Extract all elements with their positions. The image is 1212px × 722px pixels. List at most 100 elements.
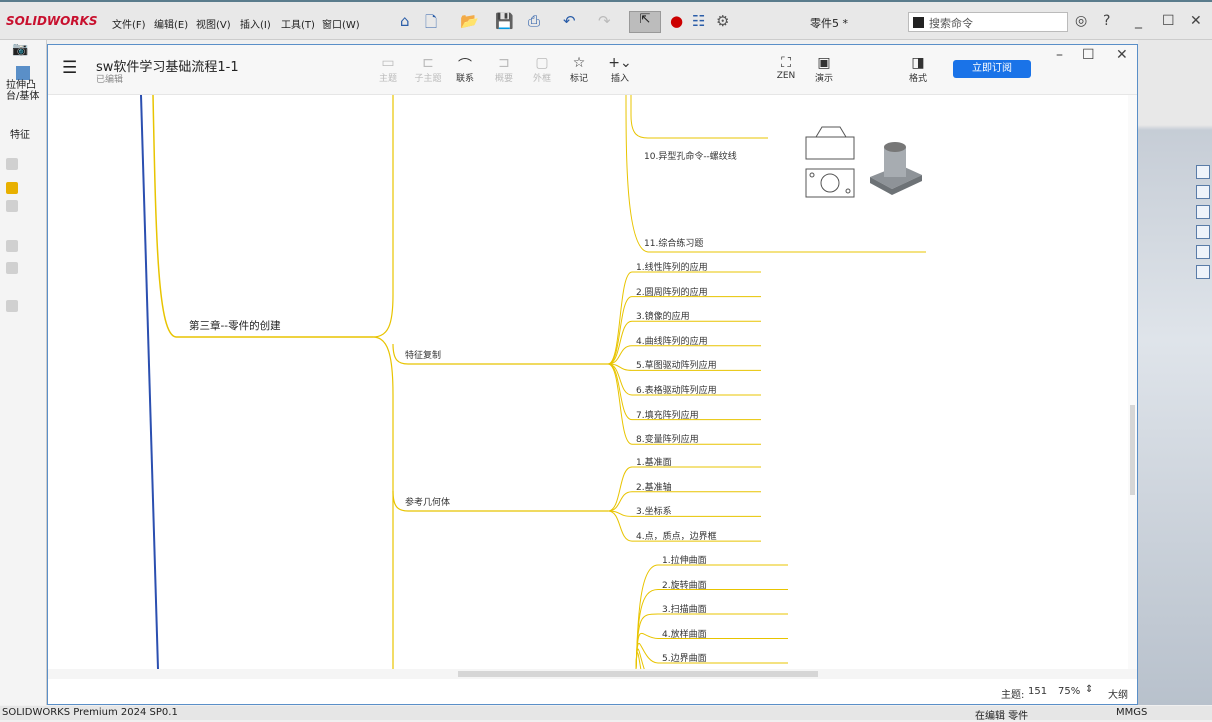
- mindmap-window: ☰ sw软件学习基础流程1-1 已编辑 ▭ 主题 ⊏ 子主题 ⌒ 联系 ⊐ 概要 ▢ 外框 ☆ 标记 +…: [47, 44, 1138, 705]
- tree-icon[interactable]: [6, 158, 18, 170]
- gear-icon[interactable]: ⚙: [716, 12, 729, 30]
- filter-icon[interactable]: [6, 182, 18, 194]
- new-file-icon[interactable]: 🗋: [425, 12, 437, 37]
- mindmap-toolbar: ☰ sw软件学习基础流程1-1 已编辑 ▭ 主题 ⊏ 子主题 ⌒ 联系 ⊐ 概要 ▢ 外框 ☆ 标记 +…: [48, 45, 1137, 95]
- zoom-level[interactable]: 75%: [1058, 686, 1080, 697]
- item-connector: [635, 642, 788, 669]
- app-maximize-button[interactable]: ☐: [1082, 47, 1095, 63]
- topic-node[interactable]: 4.放样曲面: [662, 627, 707, 640]
- close-button[interactable]: ✕: [1190, 13, 1202, 29]
- print-icon[interactable]: ⎙: [528, 12, 540, 30]
- appearance-icon[interactable]: [1196, 245, 1210, 259]
- tool-summary[interactable]: ⊐ 概要: [484, 55, 524, 84]
- topic-node[interactable]: 1.拉伸曲面: [662, 553, 707, 566]
- zoom-stepper-icon[interactable]: ⇕: [1085, 684, 1093, 695]
- vertical-scroll-thumb[interactable]: [1130, 405, 1135, 495]
- menu-window[interactable]: 窗口(W): [322, 16, 360, 31]
- options-list-icon[interactable]: ☷: [692, 12, 705, 30]
- open-icon[interactable]: 📂: [460, 12, 479, 30]
- menu-tools[interactable]: 工具(T): [281, 16, 315, 31]
- boundary-icon: ▢: [535, 55, 549, 71]
- topic-node[interactable]: 11.综合练习题: [644, 236, 703, 249]
- tree-icon[interactable]: [6, 240, 18, 252]
- format-panel-icon: ◨: [911, 55, 925, 71]
- topic-node[interactable]: 2.圆周阵列的应用: [636, 285, 708, 298]
- save-icon[interactable]: 💾: [495, 12, 514, 30]
- mindmap-canvas[interactable]: 第三章--零件的创建 10.异型孔命令--螺纹线 11.综合练习题特征复制 1.线性阵…: [48, 95, 1137, 669]
- item-connector: [635, 564, 788, 669]
- app-close-button[interactable]: ✕: [1116, 47, 1128, 63]
- topic-node[interactable]: 4.曲线阵列的应用: [636, 334, 708, 347]
- horizontal-scrollbar[interactable]: [48, 669, 1137, 679]
- view-home-icon[interactable]: [1196, 165, 1210, 179]
- tab-features[interactable]: 特征: [10, 126, 30, 141]
- parts-icon[interactable]: [1196, 185, 1210, 199]
- present-button[interactable]: ▣ 演示: [804, 55, 844, 84]
- menu-edit[interactable]: 编辑(E): [154, 16, 188, 31]
- maximize-button[interactable]: ☐: [1162, 13, 1175, 29]
- topic-node[interactable]: 3.扫描曲面: [662, 602, 707, 615]
- topic-count-label: 主题:: [1001, 690, 1025, 701]
- topic-node[interactable]: 10.异型孔命令--螺纹线: [644, 149, 737, 162]
- topic-node[interactable]: 7.填充阵列应用: [636, 408, 699, 421]
- tool-label: 外框: [532, 74, 551, 84]
- redo-icon[interactable]: ↷: [598, 12, 611, 30]
- topic-node[interactable]: 2.旋转曲面: [662, 578, 707, 591]
- topic-node[interactable]: 8.变量阵列应用: [636, 432, 699, 445]
- traffic-light-icon[interactable]: ●: [670, 12, 683, 30]
- zen-button[interactable]: ⛶ ZEN: [766, 55, 806, 81]
- subscribe-button[interactable]: 立即订阅: [953, 60, 1031, 78]
- extrude-boss-icon[interactable]: [16, 66, 30, 80]
- custom-properties-icon[interactable]: [1196, 265, 1210, 279]
- tree-icon[interactable]: [6, 200, 18, 212]
- tool-label: 子主题: [414, 74, 442, 84]
- topic-node[interactable]: 4.点，质点，边界框: [636, 529, 717, 542]
- item-connector: [607, 491, 761, 512]
- menu-icon[interactable]: ☰: [62, 58, 77, 78]
- edit-status: 已编辑: [96, 75, 124, 85]
- topic-node[interactable]: 3.坐标系: [636, 504, 672, 517]
- topic-node[interactable]: 3.镜像的应用: [636, 309, 690, 322]
- topic-node[interactable]: 1.线性阵列的应用: [636, 260, 708, 273]
- minimize-button[interactable]: _: [1135, 13, 1142, 29]
- tool-boundary[interactable]: ▢ 外框: [522, 55, 562, 84]
- tree-icon[interactable]: [6, 262, 18, 274]
- format-button[interactable]: ◨ 格式: [898, 55, 938, 84]
- home-icon[interactable]: ⌂: [400, 12, 410, 30]
- outline-button[interactable]: 大纲: [1108, 686, 1128, 701]
- file-explorer-icon[interactable]: [1196, 205, 1210, 219]
- camera-icon[interactable]: 📷: [12, 42, 28, 57]
- app-minimize-button[interactable]: –: [1056, 47, 1063, 63]
- tool-topic[interactable]: ▭ 主题: [368, 55, 408, 84]
- topic-node[interactable]: 5.边界曲面: [662, 651, 707, 664]
- menu-view[interactable]: 视图(V): [196, 16, 231, 31]
- menu-insert[interactable]: 插入(I): [240, 16, 271, 31]
- unit-system[interactable]: MMGS: [1116, 707, 1147, 718]
- tool-star[interactable]: ☆ 标记: [559, 55, 599, 84]
- topic-node[interactable]: 1.基准面: [636, 455, 672, 468]
- top-connector: [630, 95, 768, 139]
- search-commands-input[interactable]: 搜索命令: [908, 12, 1068, 32]
- tool-subtopic[interactable]: ⊏ 子主题: [408, 55, 448, 84]
- menu-file[interactable]: 文件(F): [112, 16, 146, 31]
- group-node[interactable]: 特征复制: [405, 348, 441, 361]
- view-palette-icon[interactable]: [1196, 225, 1210, 239]
- user-icon[interactable]: ◎: [1075, 13, 1087, 29]
- topic-node[interactable]: 5.草图驱动阵列应用: [636, 358, 717, 371]
- group-node[interactable]: 参考几何体: [405, 495, 450, 508]
- relationship-icon: ⌒: [458, 58, 472, 74]
- vertical-scrollbar[interactable]: [1128, 95, 1137, 669]
- tool-relationship[interactable]: ⌒ 联系: [445, 55, 485, 84]
- extrude-boss-button[interactable]: 拉伸凸台/基体: [6, 80, 44, 102]
- chapter-node[interactable]: 第三章--零件的创建: [189, 318, 281, 333]
- feature-manager-panel: 📷 拉伸凸台/基体 特征: [0, 40, 47, 705]
- topic-node[interactable]: 6.表格驱动阵列应用: [636, 383, 717, 396]
- document-name: 零件5 *: [810, 17, 848, 30]
- tool-plus[interactable]: +⌄ 插入: [600, 55, 640, 84]
- undo-icon[interactable]: ↶: [563, 12, 576, 30]
- tree-icon[interactable]: [6, 300, 18, 312]
- topic-node[interactable]: 2.基准轴: [636, 480, 672, 493]
- select-icon[interactable]: ⇱: [629, 11, 661, 33]
- horizontal-scroll-thumb[interactable]: [458, 671, 818, 677]
- help-icon[interactable]: ?: [1103, 13, 1110, 29]
